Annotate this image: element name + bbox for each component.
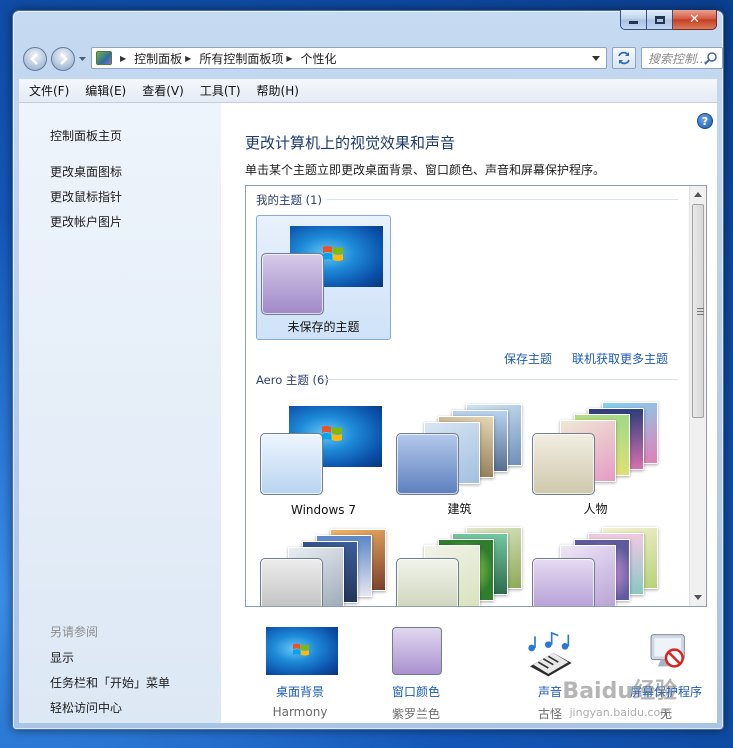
theme-label: 人物: [583, 502, 608, 516]
personalization-window: ✕ ▶ 控制面板 ▶ 所有控制面板项 ▶ 个性化 搜索控制... 文件(F) 编…: [12, 10, 724, 730]
close-button[interactable]: ✕: [673, 10, 717, 30]
window-color-value: 紫罗兰色: [391, 707, 440, 721]
scroll-down-icon[interactable]: [694, 595, 702, 600]
breadcrumb-chevron-icon[interactable]: ▶: [286, 54, 292, 63]
address-dropdown-icon[interactable]: [592, 56, 600, 61]
windows-logo-icon: [322, 426, 342, 441]
refresh-icon: [618, 51, 630, 65]
control-panel-home-link[interactable]: 控制面板主页: [50, 127, 122, 144]
baidu-watermark-url: jingyan.baidu.com: [569, 706, 671, 719]
window-color-swatch: [392, 627, 442, 675]
maximize-button[interactable]: [647, 10, 673, 30]
theme-characters[interactable]: 人物: [528, 396, 663, 521]
scroll-thumb[interactable]: [692, 204, 704, 418]
forward-arrow-icon: [60, 53, 68, 65]
group-divider: [324, 379, 678, 380]
refresh-button[interactable]: [612, 47, 636, 69]
color-swatch: [532, 433, 595, 495]
windows-logo-icon: [323, 246, 343, 261]
navigation-bar: ▶ 控制面板 ▶ 所有控制面板项 ▶ 个性化 搜索控制...: [21, 45, 723, 73]
maximize-icon: [654, 15, 665, 24]
themes-list: 我的主题 (1) 未保存的主题 保存主题 联机获取更多主题 Aero 主题 (6…: [245, 185, 707, 607]
desktop-background-thumbnail: [266, 627, 338, 675]
breadcrumb-control-panel[interactable]: 控制面板: [134, 50, 182, 67]
theme-label: 未保存的主题: [287, 320, 360, 334]
menu-edit[interactable]: 编辑(E): [85, 82, 126, 99]
aero-themes-heading: Aero 主题 (6): [256, 373, 329, 387]
menu-bar: 文件(F) 编辑(E) 查看(V) 工具(T) 帮助(H): [19, 79, 717, 103]
change-account-picture-link[interactable]: 更改帐户图片: [50, 213, 122, 230]
search-input[interactable]: 搜索控制...: [641, 47, 723, 69]
screen-saver-icon: [650, 634, 685, 668]
grip-line: [697, 314, 704, 315]
content-area: 控制面板主页 更改桌面图标 更改鼠标指针 更改帐户图片 另请参阅 显示 任务栏和…: [19, 103, 717, 723]
search-placeholder: 搜索控制...: [648, 51, 708, 66]
search-icon[interactable]: [704, 51, 718, 65]
recent-pages-dropdown-icon[interactable]: [78, 55, 87, 63]
desktop-background-label[interactable]: 桌面背景: [245, 683, 355, 700]
menu-view[interactable]: 查看(V): [142, 82, 184, 99]
theme-nature[interactable]: [392, 521, 527, 606]
baidu-watermark: Baidu经验: [562, 679, 677, 704]
group-divider: [326, 199, 678, 200]
theme-label: Windows 7: [290, 503, 356, 517]
color-swatch: [396, 433, 459, 495]
theme-label: 建筑: [447, 502, 472, 516]
color-swatch: [260, 558, 323, 606]
breadcrumb-chevron-icon[interactable]: ▶: [120, 54, 126, 63]
window-color-label[interactable]: 窗口颜色: [361, 683, 471, 700]
themes-scrollbar[interactable]: [689, 186, 706, 606]
color-swatch: [260, 433, 323, 495]
page-title: 更改计算机上的视觉效果和声音: [245, 134, 456, 152]
forward-button[interactable]: [51, 47, 75, 71]
minimize-icon: [629, 21, 638, 24]
color-swatch: [396, 558, 459, 606]
breadcrumb-personalization[interactable]: 个性化: [301, 50, 337, 67]
control-panel-icon: [96, 51, 112, 65]
color-swatch: [532, 558, 595, 606]
theme-scenes[interactable]: [528, 521, 663, 606]
menu-tools[interactable]: 工具(T): [200, 82, 241, 99]
color-swatch: [261, 253, 324, 315]
grip-line: [697, 308, 704, 309]
display-link[interactable]: 显示: [50, 649, 74, 666]
back-arrow-icon: [30, 53, 38, 65]
get-more-themes-link[interactable]: 联机获取更多主题: [572, 350, 668, 367]
breadcrumb-chevron-icon[interactable]: ▶: [185, 54, 191, 63]
menu-help[interactable]: 帮助(H): [257, 82, 299, 99]
desktop-background-value: Harmony: [272, 705, 328, 719]
change-desktop-icons-link[interactable]: 更改桌面图标: [50, 163, 122, 180]
close-icon: ✕: [689, 12, 700, 27]
minimize-button[interactable]: [620, 10, 647, 30]
theme-windows-7[interactable]: Windows 7: [256, 396, 391, 521]
address-bar[interactable]: ▶ 控制面板 ▶ 所有控制面板项 ▶ 个性化: [91, 47, 607, 69]
change-mouse-pointers-link[interactable]: 更改鼠标指针: [50, 188, 122, 205]
breadcrumb-all-items[interactable]: 所有控制面板项: [199, 50, 283, 67]
page-description: 单击某个主题立即更改桌面背景、窗口颜色、声音和屏幕保护程序。: [245, 163, 606, 177]
sounds-icon: [528, 631, 572, 677]
theme-architecture[interactable]: 建筑: [392, 396, 527, 521]
ease-of-access-link[interactable]: 轻松访问中心: [50, 699, 122, 716]
help-icon[interactable]: ?: [697, 113, 713, 129]
see-also-heading: 另请参阅: [50, 625, 99, 639]
theme-unsaved[interactable]: 未保存的主题: [256, 215, 391, 340]
scroll-up-icon[interactable]: [694, 192, 702, 197]
caption-buttons: ✕: [620, 10, 717, 30]
menu-file[interactable]: 文件(F): [29, 82, 69, 99]
taskbar-start-menu-link[interactable]: 任务栏和「开始」菜单: [50, 674, 170, 691]
windows-logo-icon: [293, 643, 309, 656]
save-theme-link[interactable]: 保存主题: [504, 350, 552, 367]
my-themes-heading: 我的主题 (1): [256, 193, 322, 207]
theme-landscapes[interactable]: [256, 521, 391, 606]
back-button[interactable]: [23, 47, 47, 71]
grip-line: [697, 311, 704, 312]
task-pane: 控制面板主页 更改桌面图标 更改鼠标指针 更改帐户图片 另请参阅 显示 任务栏和…: [19, 103, 221, 723]
